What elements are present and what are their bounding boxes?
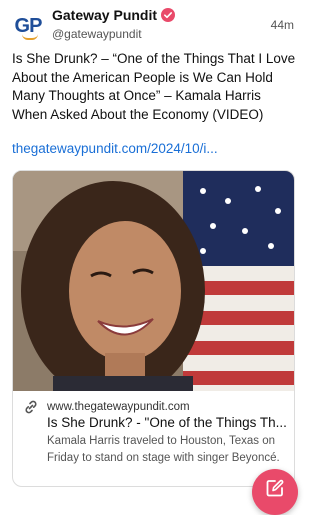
avatar[interactable]: GP: [12, 10, 44, 42]
post-text: Is She Drunk? – “One of the Things That …: [12, 51, 296, 122]
card-image[interactable]: [13, 171, 294, 391]
link-icon: [23, 399, 39, 415]
link-row: www.thegatewaypundit.com: [23, 399, 190, 415]
compose-button[interactable]: [252, 469, 298, 515]
name-line: Gateway Pundit: [52, 7, 176, 23]
post-header: GP Gateway Pundit @gatewaypundit 44m: [12, 6, 296, 42]
verified-badge-icon: [161, 8, 176, 22]
card-title: Is She Drunk? - "One of the Things Th...: [47, 415, 287, 430]
card-description: Kamala Harris traveled to Houston, Texas…: [47, 435, 280, 464]
timestamp: 44m: [270, 18, 294, 32]
card-meta: www.thegatewaypundit.com Is She Drunk? -…: [13, 391, 294, 486]
handle[interactable]: @gatewaypundit: [52, 27, 142, 41]
display-name[interactable]: Gateway Pundit: [52, 7, 157, 23]
portrait-photo-icon: [13, 171, 294, 391]
compose-icon: [266, 479, 284, 497]
avatar-swoosh-icon: [22, 34, 38, 40]
card-domain: www.thegatewaypundit.com: [47, 401, 190, 413]
post: GP Gateway Pundit @gatewaypundit 44m Is …: [0, 0, 306, 515]
link-preview-card[interactable]: www.thegatewaypundit.com Is She Drunk? -…: [12, 170, 295, 487]
post-link[interactable]: thegatewaypundit.com/2024/10/i...: [12, 140, 296, 158]
